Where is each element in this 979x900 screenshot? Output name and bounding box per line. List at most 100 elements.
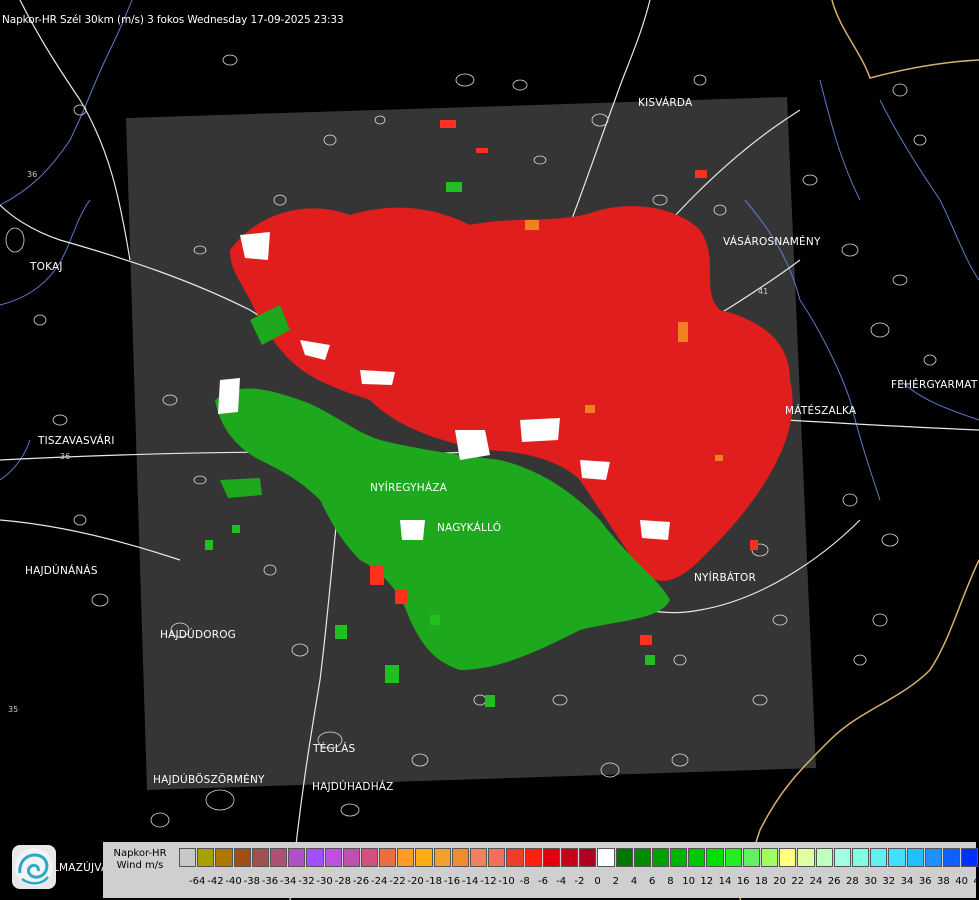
legend-tick-label: 14 <box>718 876 732 887</box>
city-label: HAJDÚHADHÁZ <box>312 781 394 793</box>
legend-tick-label: -42 <box>207 876 224 887</box>
city-label: HAJDÚDOROG <box>160 629 236 641</box>
city-label: NAGYKÁLLÓ <box>437 522 502 534</box>
legend-swatch <box>215 848 233 867</box>
legend-swatch <box>251 848 269 867</box>
legend-tick-label: 16 <box>736 876 750 887</box>
legend-swatch <box>506 848 524 867</box>
legend-swatch <box>761 848 779 867</box>
legend-tick-label: -12 <box>480 876 497 887</box>
road-number-label: 41 <box>758 287 769 296</box>
legend-swatch <box>433 848 451 867</box>
legend-swatch <box>961 848 979 867</box>
legend-swatch <box>342 848 360 867</box>
legend-swatch <box>651 848 670 867</box>
legend-swatch <box>542 848 560 867</box>
legend-swatch <box>360 848 379 867</box>
road-number-label: 36 <box>27 170 38 179</box>
legend-tick-label: 30 <box>864 876 877 887</box>
city-label: TÉGLÁS <box>313 743 356 755</box>
legend-tick-label: -40 <box>225 876 242 887</box>
legend-swatch <box>470 848 488 867</box>
legend-swatch <box>906 848 924 867</box>
legend-swatch <box>524 848 542 867</box>
country-border <box>831 0 979 79</box>
legend-swatch <box>379 848 397 867</box>
road-number-label: 35 <box>8 705 19 714</box>
legend-tick-label: -10 <box>498 876 515 887</box>
city-label: VÁSÁROSNAMÉNY <box>723 236 821 248</box>
legend-tick-label: -2 <box>574 876 585 887</box>
city-label: HAJDÚNÁNÁS <box>25 565 98 577</box>
legend-swatch <box>560 848 579 867</box>
legend-tick-label: -38 <box>243 876 260 887</box>
legend-tick-label: -26 <box>352 876 370 887</box>
legend-tick-label: 36 <box>918 876 932 887</box>
legend-swatch <box>579 848 597 867</box>
legend-tick-label: 20 <box>773 876 786 887</box>
legend-tick-label: 2 <box>612 876 619 887</box>
legend-tick-label: 42 <box>973 876 979 887</box>
legend-swatch <box>942 848 961 867</box>
legend-swatch <box>615 848 633 867</box>
legend-tick-label: -4 <box>556 876 567 887</box>
legend-swatch <box>269 848 288 867</box>
legend-swatch <box>706 848 724 867</box>
legend-swatch <box>924 848 942 867</box>
legend-tick-label: -8 <box>519 876 530 887</box>
legend-tick-label: -18 <box>425 876 442 887</box>
legend-swatch <box>597 848 615 867</box>
city-label: HAJDÚBÖSZÖRMÉNY <box>153 774 265 786</box>
legend-tick-label: 0 <box>594 876 601 887</box>
radar-map <box>0 0 979 900</box>
legend-tick-label: 6 <box>649 876 656 887</box>
legend-tick-label: 18 <box>755 876 768 887</box>
legend-swatch <box>670 848 688 867</box>
legend-swatch <box>633 848 651 867</box>
legend-swatch <box>451 848 469 867</box>
legend-tick-label: -24 <box>371 876 388 887</box>
legend-tick-label: -20 <box>407 876 424 887</box>
city-label: NYÍRBÁTOR <box>694 572 757 584</box>
legend-swatch <box>488 848 506 867</box>
city-label: MÁTÉSZALKA <box>785 405 857 417</box>
legend-tick-label: 28 <box>846 876 859 887</box>
legend-tick-label: 22 <box>791 876 805 887</box>
legend-swatch <box>415 848 433 867</box>
legend-swatch <box>815 848 833 867</box>
legend-tick-label: 10 <box>682 876 695 887</box>
legend-tick-label: -28 <box>334 876 351 887</box>
legend-tick-label: 8 <box>667 876 674 887</box>
legend-tick-label: -6 <box>538 876 548 887</box>
legend-swatch <box>179 848 197 867</box>
city-label: KISVÁRDA <box>638 97 693 109</box>
legend-swatch <box>397 848 415 867</box>
legend-tick-label: 32 <box>882 876 896 887</box>
legend-swatch <box>288 848 306 867</box>
legend-tick-label: 40 <box>955 876 968 887</box>
legend-swatch <box>833 848 851 867</box>
legend-tick-label: -14 <box>462 876 479 887</box>
napkor-logo-icon <box>12 845 56 889</box>
legend-swatch <box>870 848 888 867</box>
city-label: TISZAVASVÁRI <box>38 435 115 447</box>
legend-swatches <box>179 848 979 867</box>
city-label: TOKAJ <box>30 261 63 273</box>
legend-swatch <box>851 848 870 867</box>
legend-swatch <box>724 848 742 867</box>
city-label: NYÍREGYHÁZA <box>370 482 447 494</box>
legend-tick-label: 4 <box>630 876 638 887</box>
legend-tick-label: -16 <box>443 876 461 887</box>
legend-swatch <box>888 848 906 867</box>
wind-legend: Napkor-HR Wind m/s -64 -42 -40 -38 -36 -34 -32… <box>103 842 979 898</box>
legend-tick-label: -32 <box>298 876 315 887</box>
legend-tick-label: -36 <box>261 876 279 887</box>
map-title: Napkor-HR Szél 30km (m/s) 3 fokos Wednes… <box>2 14 344 26</box>
legend-tick-label: -34 <box>280 876 297 887</box>
legend-tick-label: -22 <box>389 876 406 887</box>
city-label: FEHÉRGYARMAT <box>891 379 978 391</box>
legend-swatch <box>306 848 324 867</box>
legend-tick-label: 12 <box>700 876 714 887</box>
legend-swatch <box>324 848 342 867</box>
legend-tick-label: 26 <box>827 876 841 887</box>
